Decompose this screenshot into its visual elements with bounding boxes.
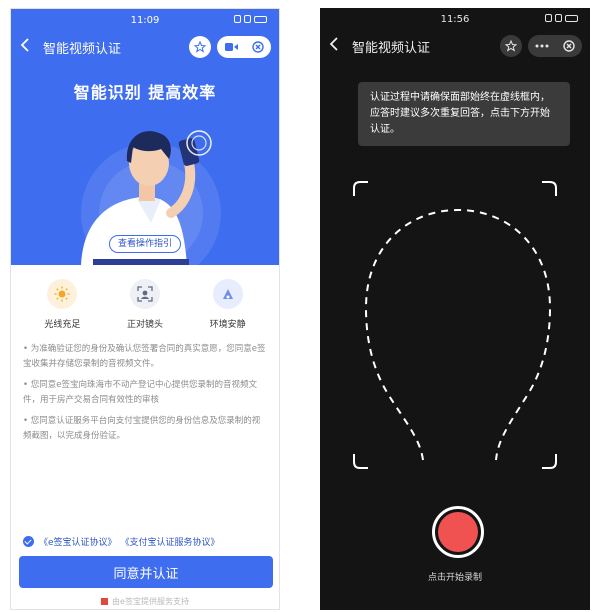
feature-label: 光线充足: [44, 320, 81, 330]
battery-icon: [565, 14, 578, 22]
feature-face-camera: 正对镜头: [110, 279, 180, 330]
footer: 由e签宝提供服务支持: [11, 596, 279, 607]
status-time: 11:09: [130, 14, 160, 26]
agreement-row: 《e签宝认证协议》 《支付宝认证服务协议》: [23, 535, 224, 548]
favorite-button[interactable]: [189, 36, 211, 58]
note-item: • 您同意认证服务平台向支付宝提供您的身份信息及您录制的视频截图，以完成身份验证…: [23, 416, 261, 441]
start-record-button[interactable]: [432, 506, 484, 558]
wifi-icon: [244, 15, 251, 23]
status-bar: 11:56: [320, 8, 590, 30]
quiet-icon: [212, 279, 243, 309]
note-item: • 为准确验证您的身份及确认您签署合同的真实意愿，您同意e签宝收集并存储您录制的…: [23, 344, 266, 369]
nav-actions: [189, 36, 271, 58]
sun-icon: [47, 279, 78, 309]
status-time: 11:56: [440, 13, 470, 25]
face-scan-icon: [129, 279, 160, 309]
video-camera-icon[interactable]: [224, 42, 238, 52]
left-phone-screen: 11:09 智能视频认证 智能识别 提高效率 查看操作指引 光线充足 正对镜头 …: [10, 8, 280, 610]
agree-checkbox[interactable]: [23, 536, 34, 547]
requirement-list: 光线充足 正对镜头 环境安静: [11, 265, 279, 330]
close-circle-icon[interactable]: [563, 40, 575, 52]
agree-and-verify-button[interactable]: 同意并认证: [19, 556, 273, 588]
star-icon: [194, 41, 206, 53]
record-label: 点击开始录制: [427, 573, 482, 583]
notification-icon: [234, 15, 241, 23]
right-phone-screen: 11:56 智能视频认证 认证过程中请确保面部始终在虚线框内，应答时建议多次重复…: [320, 8, 590, 610]
view-guide-button[interactable]: 查看操作指引: [109, 235, 181, 253]
status-icons: [234, 15, 267, 23]
feature-label: 环境安静: [209, 320, 246, 330]
esign-agreement-link[interactable]: 《e签宝认证协议》: [39, 535, 117, 548]
nav-bar: 智能视频认证: [11, 31, 279, 63]
capsule-menu: [217, 36, 271, 58]
favorite-button[interactable]: [500, 35, 522, 57]
capsule-menu: [528, 35, 582, 57]
instruction-tooltip: 认证过程中请确保面部始终在虚线框内，应答时建议多次重复回答，点击下方开始认证。: [358, 82, 570, 146]
close-circle-icon[interactable]: [251, 41, 264, 53]
status-bar: 11:09: [11, 9, 279, 31]
record-dot-icon: [438, 512, 478, 552]
status-icons: [545, 14, 578, 22]
star-icon: [505, 40, 517, 52]
feature-good-lighting: 光线充足: [27, 279, 97, 330]
notification-icon: [545, 14, 552, 22]
alipay-agreement-link[interactable]: 《支付宝认证服务协议》: [121, 535, 220, 548]
footer-text: 由e签宝提供服务支持: [112, 597, 189, 606]
nav-actions: [500, 35, 582, 57]
battery-icon: [254, 15, 267, 23]
feature-quiet-env: 环境安静: [193, 279, 263, 330]
face-outline-frame: [353, 181, 557, 469]
note-item: • 您同意e签宝向珠海市不动产登记中心提供您录制的音视频文件，用于房产交易合同有…: [23, 380, 257, 405]
hero-banner: 智能识别 提高效率 查看操作指引: [11, 63, 279, 265]
back-arrow-icon[interactable]: [328, 36, 346, 56]
esign-logo-icon: [101, 598, 109, 605]
page-title: 智能视频认证: [352, 40, 431, 56]
wifi-icon: [555, 14, 562, 22]
more-dots-icon[interactable]: [535, 44, 549, 48]
nav-bar: 智能视频认证: [320, 30, 590, 62]
page-title: 智能视频认证: [43, 41, 122, 57]
feature-label: 正对镜头: [126, 320, 163, 330]
consent-notes: • 为准确验证您的身份及确认您签署合同的真实意愿，您同意e签宝收集并存储您录制的…: [11, 330, 279, 444]
hero-title: 智能识别 提高效率: [73, 83, 217, 102]
back-arrow-icon[interactable]: [19, 37, 37, 57]
